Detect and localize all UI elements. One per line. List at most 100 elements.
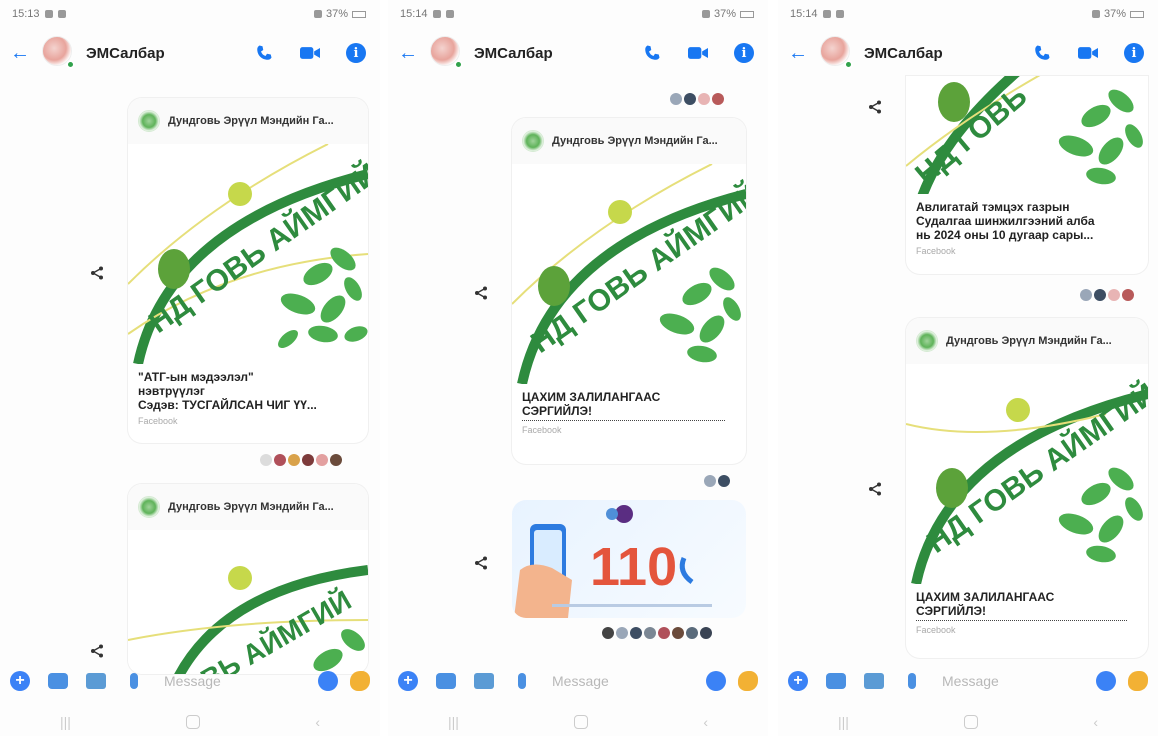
message-reactions[interactable] bbox=[260, 453, 342, 467]
back-nav-icon[interactable]: ‹ bbox=[1093, 714, 1098, 730]
chat-title[interactable]: ЭМСалбар bbox=[474, 45, 618, 62]
notification-icon bbox=[57, 10, 66, 18]
online-indicator bbox=[66, 60, 75, 69]
svg-text:НД ГОВЬ: НД ГОВЬ bbox=[909, 80, 1033, 192]
emoji-icon[interactable] bbox=[1096, 671, 1116, 691]
avatar[interactable] bbox=[820, 36, 854, 70]
reaction-avatar bbox=[670, 93, 682, 105]
reaction-avatar bbox=[330, 454, 342, 466]
video-call-icon[interactable] bbox=[1076, 41, 1100, 65]
reaction-avatar bbox=[644, 627, 656, 639]
home-icon[interactable] bbox=[574, 715, 589, 729]
microphone-icon[interactable] bbox=[510, 669, 534, 693]
share-icon[interactable] bbox=[470, 282, 492, 304]
shared-post-card[interactable]: Дундговь Эрүүл Мэндийн Га... НД ГОВЬ АЙМ… bbox=[512, 118, 746, 464]
phone-call-icon[interactable] bbox=[640, 41, 664, 65]
recents-icon[interactable]: ||| bbox=[838, 714, 849, 730]
gallery-icon[interactable] bbox=[84, 669, 108, 693]
back-nav-icon[interactable]: ‹ bbox=[315, 714, 320, 730]
reaction-avatar bbox=[316, 454, 328, 466]
home-icon[interactable] bbox=[964, 715, 979, 729]
camera-icon[interactable] bbox=[824, 669, 848, 693]
post-image: НД ГОВЬ АЙМГИЙ bbox=[906, 364, 1148, 584]
shared-post-card[interactable]: Дундговь Эрүүл Мэндийн Га... НД ГОВЬ АЙМ… bbox=[906, 318, 1148, 658]
reaction-avatar bbox=[684, 93, 696, 105]
emoji-icon[interactable] bbox=[318, 671, 338, 691]
page-name: Дундговь Эрүүл Мэндийн Га... bbox=[168, 501, 334, 513]
home-icon[interactable] bbox=[186, 715, 201, 729]
chat-title[interactable]: ЭМСалбар bbox=[864, 45, 1008, 62]
back-arrow-icon[interactable]: ← bbox=[788, 42, 814, 65]
shared-post-card[interactable]: Дундговь Эрүүл Мэндийн Га... НД ГОВЬ АЙМ… bbox=[128, 98, 368, 443]
share-icon[interactable] bbox=[86, 262, 108, 284]
share-icon[interactable] bbox=[86, 640, 108, 662]
shared-post-card[interactable]: НД ГОВЬ Авлигатай тэмцэх газрын Судалгаа… bbox=[906, 76, 1148, 274]
quick-reaction-icon[interactable] bbox=[1128, 671, 1148, 691]
notification-icon bbox=[822, 10, 831, 18]
post-source: Facebook bbox=[916, 246, 956, 256]
reaction-avatar bbox=[686, 627, 698, 639]
back-nav-icon[interactable]: ‹ bbox=[703, 714, 708, 730]
message-reactions[interactable] bbox=[1080, 288, 1134, 302]
post-title: ЦАХИМ ЗАЛИЛАНГААС СЭРГИЙЛЭ! bbox=[522, 390, 661, 418]
shared-post-card[interactable]: Дундговь Эрүүл Мэндийн Га... ВЬ АЙМГИЙ bbox=[128, 484, 368, 674]
gallery-icon[interactable] bbox=[862, 669, 886, 693]
emoji-icon[interactable] bbox=[706, 671, 726, 691]
avatar[interactable] bbox=[430, 36, 464, 70]
gallery-icon[interactable] bbox=[472, 669, 496, 693]
chat-header: ← ЭМСалбар i bbox=[398, 36, 756, 70]
phone-call-icon[interactable] bbox=[1030, 41, 1054, 65]
camera-icon[interactable] bbox=[434, 669, 458, 693]
promo-image[interactable]: 110 bbox=[512, 500, 746, 618]
message-reactions[interactable] bbox=[602, 626, 712, 640]
message-input[interactable]: Message bbox=[942, 673, 1096, 689]
battery-level: 37% bbox=[713, 8, 736, 20]
back-arrow-icon[interactable]: ← bbox=[398, 42, 424, 65]
recents-icon[interactable]: ||| bbox=[448, 714, 459, 730]
chat-title[interactable]: ЭМСалбар bbox=[86, 45, 230, 62]
message-reactions[interactable] bbox=[704, 474, 730, 488]
plus-icon[interactable]: + bbox=[786, 669, 810, 693]
divider bbox=[916, 620, 1127, 621]
camera-icon[interactable] bbox=[46, 669, 70, 693]
avatar[interactable] bbox=[42, 36, 76, 70]
plus-icon[interactable]: + bbox=[396, 669, 420, 693]
post-image: ВЬ АЙМГИЙ bbox=[128, 530, 368, 674]
post-image: НД ГОВЬ АЙМГИЙ bbox=[128, 144, 368, 364]
video-call-icon[interactable] bbox=[298, 41, 322, 65]
plus-icon[interactable]: + bbox=[8, 669, 32, 693]
share-icon[interactable] bbox=[470, 552, 492, 574]
share-icon[interactable] bbox=[864, 96, 886, 118]
info-icon[interactable]: i bbox=[732, 41, 756, 65]
chat-header: ← ЭМСалбар i bbox=[788, 36, 1146, 70]
page-name: Дундговь Эрүүл Мэндийн Га... bbox=[552, 135, 718, 147]
notification-icon bbox=[445, 10, 454, 18]
reaction-avatar bbox=[274, 454, 286, 466]
microphone-icon[interactable] bbox=[122, 669, 146, 693]
reaction-avatar bbox=[712, 93, 724, 105]
quick-reaction-icon[interactable] bbox=[738, 671, 758, 691]
reaction-avatar bbox=[698, 93, 710, 105]
message-input[interactable]: Message bbox=[552, 673, 706, 689]
signal-icon bbox=[313, 10, 322, 18]
signal-icon bbox=[701, 10, 710, 18]
message-composer: + Message bbox=[8, 666, 370, 696]
status-bar: 15:14 37% bbox=[400, 6, 754, 22]
reaction-avatar bbox=[630, 627, 642, 639]
message-input[interactable]: Message bbox=[164, 673, 318, 689]
recents-icon[interactable]: ||| bbox=[60, 714, 71, 730]
message-composer: + Message bbox=[396, 666, 758, 696]
share-icon[interactable] bbox=[864, 478, 886, 500]
microphone-icon[interactable] bbox=[900, 669, 924, 693]
info-icon[interactable]: i bbox=[1122, 41, 1146, 65]
message-reactions[interactable] bbox=[670, 92, 724, 106]
info-icon[interactable]: i bbox=[344, 41, 368, 65]
phone-call-icon[interactable] bbox=[252, 41, 276, 65]
back-arrow-icon[interactable]: ← bbox=[10, 42, 36, 65]
reaction-avatar bbox=[718, 475, 730, 487]
video-call-icon[interactable] bbox=[686, 41, 710, 65]
online-indicator bbox=[454, 60, 463, 69]
quick-reaction-icon[interactable] bbox=[350, 671, 370, 691]
reaction-avatar bbox=[1094, 289, 1106, 301]
reaction-avatar bbox=[1122, 289, 1134, 301]
